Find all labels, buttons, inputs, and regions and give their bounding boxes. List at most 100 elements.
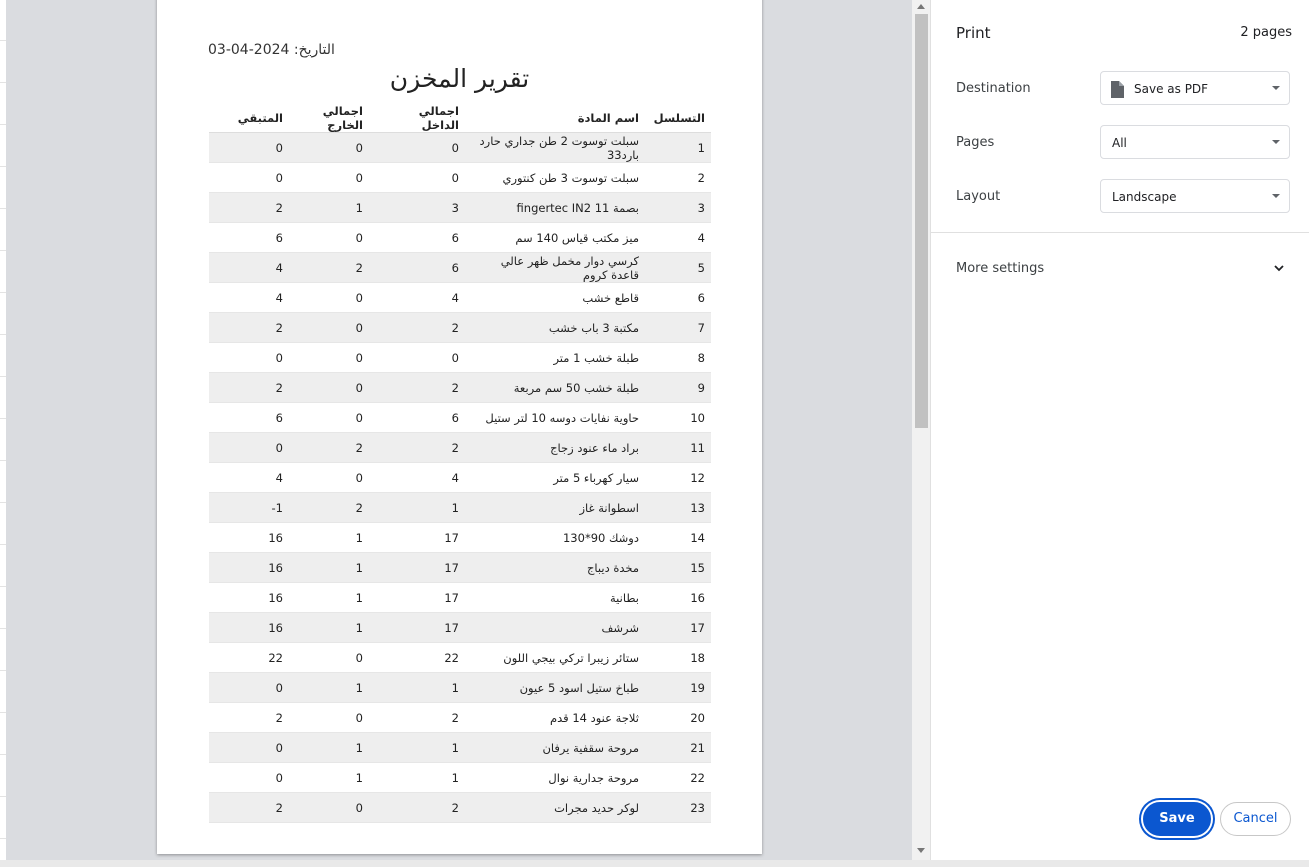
cell-item-name: مروحة جدارية نوال — [465, 762, 645, 793]
cell-serial: 13 — [645, 492, 711, 523]
cell-remaining: 0 — [209, 342, 289, 373]
cell-serial: 20 — [645, 702, 711, 733]
cell-item-name: سبلت توسوت 2 طن جداري حارد بارد33 — [465, 132, 645, 163]
cell-remaining: 0 — [209, 132, 289, 163]
scroll-up-arrow-icon[interactable] — [917, 4, 925, 9]
cell-remaining: 4 — [209, 462, 289, 493]
cell-total-out: 1 — [289, 762, 369, 793]
cell-total-in: 0 — [369, 162, 465, 193]
pages-label: Pages — [956, 135, 995, 150]
cell-total-out: 1 — [289, 582, 369, 613]
cell-item-name: طبلة خشب 1 متر — [465, 342, 645, 373]
cell-item-name: ميز مكتب قياس 140 سم — [465, 222, 645, 253]
cell-remaining: 22 — [209, 642, 289, 673]
cell-serial: 17 — [645, 612, 711, 643]
cell-serial: 10 — [645, 402, 711, 433]
cell-remaining: 2 — [209, 312, 289, 343]
cell-total-out: 1 — [289, 672, 369, 703]
save-button[interactable]: Save — [1143, 802, 1211, 836]
column-header-item-name: اسم المادة — [465, 104, 645, 133]
destination-value: Save as PDF — [1134, 82, 1209, 96]
cell-remaining: 6 — [209, 402, 289, 433]
chevron-down-icon[interactable] — [1273, 262, 1285, 274]
cell-serial: 5 — [645, 252, 711, 283]
table-row: 8 طبلة خشب 1 متر 0 0 0 — [209, 342, 711, 373]
cell-serial: 22 — [645, 762, 711, 793]
cell-total-in: 17 — [369, 552, 465, 583]
chevron-down-icon — [1272, 194, 1280, 198]
layout-value: Landscape — [1112, 190, 1177, 204]
print-preview-area[interactable]: التاريخ: 2024-04-03 تقرير المخزن التسلسل… — [6, 0, 912, 867]
cell-remaining: -1 — [209, 492, 289, 523]
cell-serial: 3 — [645, 192, 711, 223]
cell-item-name: مكتبة 3 باب خشب — [465, 312, 645, 343]
cell-item-name: بصمة fingertec IN2 11 — [465, 192, 645, 223]
table-row: 18 ستائر زيبرا تركي بيجي اللون 22 0 22 — [209, 642, 711, 673]
chevron-down-icon — [1272, 140, 1280, 144]
layout-label: Layout — [956, 189, 1001, 204]
cell-remaining: 0 — [209, 762, 289, 793]
cell-serial: 12 — [645, 462, 711, 493]
table-row: 5 كرسي دوار مخمل ظهر عالي قاعدة كروم 6 2 4 — [209, 252, 711, 283]
cell-total-out: 1 — [289, 732, 369, 763]
cell-total-out: 1 — [289, 612, 369, 643]
bottom-edge-bar — [0, 860, 1309, 867]
cell-total-in: 6 — [369, 252, 465, 283]
table-row: 22 مروحة جدارية نوال 1 1 0 — [209, 762, 711, 793]
table-row: 10 حاوية نفايات دوسه 10 لتر ستيل 6 0 6 — [209, 402, 711, 433]
pages-select[interactable]: All — [1100, 125, 1290, 159]
cell-remaining: 2 — [209, 192, 289, 223]
destination-select[interactable]: Save as PDF — [1100, 71, 1290, 105]
cancel-button[interactable]: Cancel — [1220, 802, 1291, 836]
cell-remaining: 0 — [209, 432, 289, 463]
table-row: 17 شرشف 17 1 16 — [209, 612, 711, 643]
scrollbar-thumb[interactable] — [915, 14, 928, 428]
cell-total-in: 0 — [369, 342, 465, 373]
cell-item-name: اسطوانة غاز — [465, 492, 645, 523]
table-row: 14 دوشك 90*130 17 1 16 — [209, 522, 711, 553]
cell-serial: 6 — [645, 282, 711, 313]
table-row: 3 بصمة fingertec IN2 11 3 1 2 — [209, 192, 711, 223]
cell-serial: 4 — [645, 222, 711, 253]
cell-serial: 15 — [645, 552, 711, 583]
cell-serial: 9 — [645, 372, 711, 403]
cell-total-in: 17 — [369, 612, 465, 643]
layout-select[interactable]: Landscape — [1100, 179, 1290, 213]
cell-total-in: 0 — [369, 132, 465, 163]
report-title: تقرير المخزن — [389, 64, 530, 93]
column-header-remaining: المتبقي — [209, 104, 289, 133]
page-count: 2 pages — [1240, 25, 1292, 40]
cell-item-name: بطانية — [465, 582, 645, 613]
column-header-total-out: اجمالي الخارج — [289, 104, 369, 133]
cell-total-in: 2 — [369, 702, 465, 733]
cell-total-in: 4 — [369, 282, 465, 313]
more-settings-toggle[interactable]: More settings — [956, 261, 1044, 276]
cell-remaining: 2 — [209, 372, 289, 403]
cell-item-name: سيار كهرباء 5 متر — [465, 462, 645, 493]
table-row: 11 براد ماء عنود زجاج 2 2 0 — [209, 432, 711, 463]
cell-total-in: 2 — [369, 372, 465, 403]
cell-total-out: 0 — [289, 282, 369, 313]
cell-remaining: 4 — [209, 282, 289, 313]
cell-total-in: 3 — [369, 192, 465, 223]
cell-remaining: 2 — [209, 792, 289, 823]
cell-serial: 11 — [645, 432, 711, 463]
cell-item-name: حاوية نفايات دوسه 10 لتر ستيل — [465, 402, 645, 433]
table-row: 21 مروحة سقفية يرفان 1 1 0 — [209, 732, 711, 763]
scroll-down-arrow-icon[interactable] — [917, 848, 925, 853]
cell-serial: 21 — [645, 732, 711, 763]
cell-item-name: لوكر حديد مجرات — [465, 792, 645, 823]
table-row: 2 سبلت توسوت 3 طن كنتوري 0 0 0 — [209, 162, 711, 193]
cell-remaining: 16 — [209, 522, 289, 553]
preview-page: التاريخ: 2024-04-03 تقرير المخزن التسلسل… — [157, 0, 762, 854]
preview-scrollbar[interactable] — [912, 0, 930, 867]
cell-total-in: 2 — [369, 312, 465, 343]
table-row: 15 مخدة ديباج 17 1 16 — [209, 552, 711, 583]
column-header-total-in: اجمالي الداخل — [369, 104, 465, 133]
cell-total-out: 0 — [289, 702, 369, 733]
cell-remaining: 0 — [209, 672, 289, 703]
cell-total-in: 2 — [369, 792, 465, 823]
print-settings-panel: Print 2 pages Destination Save as PDF Pa… — [930, 0, 1309, 867]
report-date: التاريخ: 2024-04-03 — [208, 42, 335, 58]
cell-total-out: 1 — [289, 522, 369, 553]
